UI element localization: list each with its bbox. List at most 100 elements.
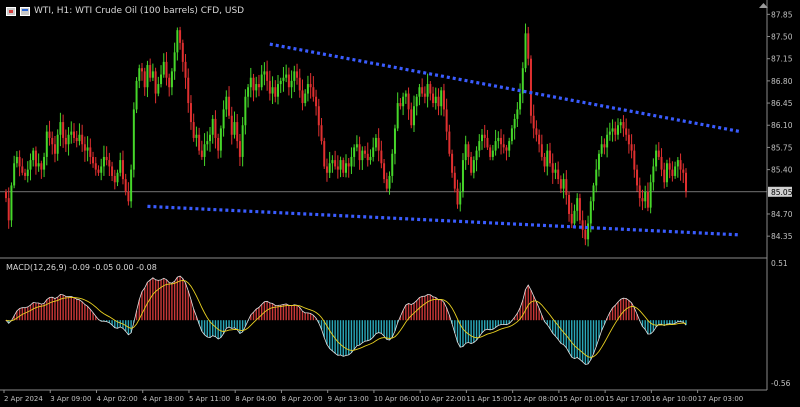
macd-histogram-bar	[383, 320, 385, 337]
candle-body	[257, 84, 260, 88]
macd-histogram-bar	[37, 302, 40, 321]
candle-body	[238, 141, 241, 157]
time-tick-label: 2 Apr 2024	[4, 395, 43, 403]
candle-body	[263, 71, 266, 75]
candle-body	[228, 96, 231, 116]
macd-histogram-bar	[614, 305, 616, 321]
time-tick-label: 5 Apr 11:00	[189, 395, 230, 403]
candle-body	[568, 194, 571, 214]
candle-body	[549, 150, 551, 164]
macd-tick-label: 0.51	[771, 259, 788, 268]
candle-body	[581, 220, 584, 230]
macd-histogram-bar	[179, 276, 181, 321]
macd-histogram-bar	[89, 309, 92, 321]
macd-histogram-bar	[595, 320, 597, 347]
candle-body	[644, 191, 647, 202]
macd-histogram-bar	[271, 303, 274, 321]
candle-body	[453, 172, 456, 189]
macd-histogram-bar	[70, 296, 72, 321]
macd-histogram-bar	[565, 320, 568, 348]
candle-body	[663, 169, 666, 183]
candle-body	[655, 150, 658, 167]
chart-type-icon[interactable]	[6, 6, 16, 16]
candle-body	[576, 198, 579, 211]
macd-histogram-bar	[239, 320, 241, 334]
candle-body	[160, 74, 163, 85]
time-tick-label: 9 Apr 13:00	[328, 395, 369, 403]
candle-body	[86, 147, 89, 151]
macd-histogram-bar	[154, 279, 157, 321]
macd-histogram-bar	[435, 297, 437, 321]
macd-histogram-bar	[386, 320, 388, 340]
candle-body	[619, 122, 622, 126]
macd-histogram-bar	[334, 320, 336, 354]
candle-body	[385, 179, 388, 189]
macd-histogram-bar	[500, 320, 502, 325]
candle-body	[345, 163, 347, 173]
time-tick-label: 16 Apr 10:00	[651, 395, 697, 403]
candle-body	[331, 160, 334, 164]
macd-histogram-bar	[584, 320, 587, 365]
candle-body	[48, 131, 51, 138]
candle-body	[437, 96, 440, 107]
candle-body	[404, 93, 407, 97]
candle-body	[24, 172, 27, 176]
candle-body	[75, 137, 78, 142]
macd-histogram-bar	[152, 277, 154, 321]
macd-histogram-bar	[388, 320, 391, 340]
candle-body	[494, 141, 497, 151]
macd-histogram-bar	[489, 320, 491, 330]
candle-body	[489, 147, 492, 157]
macd-histogram-bar	[171, 283, 173, 321]
time-tick-label: 17 Apr 03:00	[698, 395, 744, 403]
candle-body	[448, 131, 451, 154]
price-tick-label: 87.15	[771, 55, 793, 64]
candle-body	[105, 156, 108, 161]
candle-body	[603, 144, 606, 148]
candle-body	[274, 87, 277, 97]
candle-body	[429, 84, 432, 94]
candle-body	[323, 141, 326, 167]
macd-histogram-bar	[59, 294, 62, 321]
candle-body	[70, 131, 73, 135]
symbol-icon[interactable]	[20, 6, 30, 16]
candle-body	[241, 125, 244, 157]
macd-histogram-bar	[342, 320, 344, 357]
candle-body	[573, 210, 576, 224]
macd-histogram-bar	[413, 303, 415, 321]
candle-body	[32, 150, 35, 161]
time-tick-label: 10 Apr 22:00	[420, 395, 466, 403]
candle-body	[64, 137, 67, 145]
macd-histogram-bar	[652, 320, 655, 332]
price-chart-canvas[interactable]: 87.85 87.50 87.15 86.80 86.45 86.10 85.75 85.40…	[0, 0, 800, 407]
candle-body	[366, 153, 369, 161]
candle-body	[108, 160, 111, 167]
macd-histogram-bar	[299, 307, 301, 321]
candle-body	[578, 198, 581, 221]
macd-histogram-bar	[443, 302, 445, 321]
candle-body	[138, 68, 141, 81]
candle-body	[170, 71, 173, 88]
macd-histogram-bar	[173, 281, 176, 321]
candle-body	[665, 163, 668, 183]
candle-body	[209, 134, 211, 142]
candle-body	[249, 77, 252, 88]
candle-body	[674, 166, 677, 176]
candle-body	[285, 74, 288, 78]
candle-body	[641, 198, 644, 202]
candle-body	[679, 160, 682, 170]
macd-histogram-bar	[27, 306, 29, 321]
macd-histogram-bar	[141, 291, 143, 321]
candle-body	[633, 150, 636, 170]
candle-body	[660, 156, 663, 170]
candle-body	[78, 134, 81, 142]
candle-body	[622, 122, 625, 129]
candle-body	[102, 156, 105, 167]
candle-body	[502, 144, 505, 148]
candle-body	[456, 188, 459, 205]
chart-title: WTI, H1: WTI Crude Oil (100 barrels) CFD…	[34, 6, 245, 16]
macd-histogram-bar	[535, 302, 538, 321]
candle-body	[141, 68, 143, 72]
candle-body	[472, 160, 475, 173]
candle-body	[149, 65, 152, 78]
